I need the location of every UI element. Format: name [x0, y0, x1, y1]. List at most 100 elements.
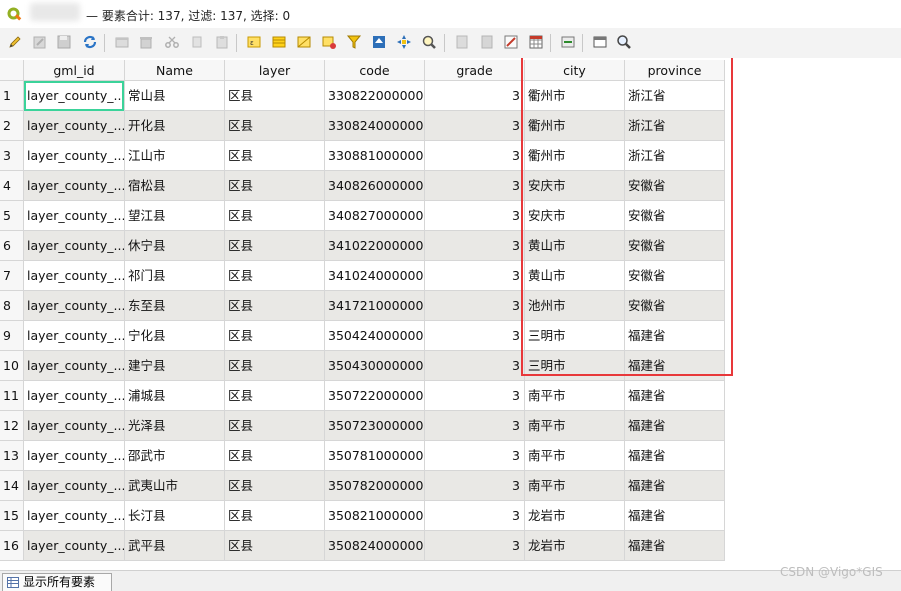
cell-city[interactable]: 南平市	[525, 441, 625, 471]
cell-layer[interactable]: 区县	[225, 141, 325, 171]
cell-gml-id[interactable]: layer_county_...	[24, 231, 125, 261]
delete-field-icon[interactable]	[479, 34, 495, 50]
row-number[interactable]: 15	[0, 501, 24, 531]
cell-province[interactable]: 福建省	[625, 501, 725, 531]
conditional-format-icon[interactable]	[528, 34, 544, 50]
cell-name[interactable]: 邵武市	[125, 441, 225, 471]
cell-name[interactable]: 江山市	[125, 141, 225, 171]
cell-province[interactable]: 福建省	[625, 531, 725, 561]
cell-grade[interactable]: 3	[425, 141, 525, 171]
cell-gml-id[interactable]: layer_county_...	[24, 321, 125, 351]
cut-icon[interactable]	[164, 34, 180, 50]
cell-code[interactable]: 341024000000	[325, 261, 425, 291]
copy-icon[interactable]	[189, 34, 205, 50]
cell-code[interactable]: 340827000000	[325, 201, 425, 231]
cell-gml-id[interactable]: layer_county_...	[24, 411, 125, 441]
cell-name[interactable]: 休宁县	[125, 231, 225, 261]
cell-name[interactable]: 祁门县	[125, 261, 225, 291]
cell-grade[interactable]: 3	[425, 291, 525, 321]
cell-code[interactable]: 350781000000	[325, 441, 425, 471]
cell-grade[interactable]: 3	[425, 471, 525, 501]
column-header-gml-id[interactable]: gml_id	[24, 60, 125, 81]
cell-code[interactable]: 330822000000	[325, 81, 425, 111]
row-number[interactable]: 7	[0, 261, 24, 291]
cell-code[interactable]: 341721000000	[325, 291, 425, 321]
add-feature-icon[interactable]	[114, 34, 130, 50]
cell-grade[interactable]: 3	[425, 501, 525, 531]
row-number[interactable]: 12	[0, 411, 24, 441]
delete-icon[interactable]	[138, 34, 154, 50]
table-row[interactable]: 14 layer_county_... 武夷山市 区县 350782000000 3 南平市…	[0, 471, 725, 501]
edit-multi-icon[interactable]	[32, 34, 48, 50]
cell-code[interactable]: 350722000000	[325, 381, 425, 411]
row-number[interactable]: 5	[0, 201, 24, 231]
invert-selection-icon[interactable]	[296, 34, 312, 50]
table-row[interactable]: 12 layer_county_... 光泽县 区县 350723000000 3 南平市福…	[0, 411, 725, 441]
cell-grade[interactable]: 3	[425, 381, 525, 411]
cell-layer[interactable]: 区县	[225, 81, 325, 111]
cell-gml-id[interactable]: layer_county_...	[24, 441, 125, 471]
cell-grade[interactable]: 3	[425, 411, 525, 441]
cell-code[interactable]: 350424000000	[325, 321, 425, 351]
row-number[interactable]: 3	[0, 141, 24, 171]
select-expression-icon[interactable]: ε	[246, 34, 262, 50]
cell-layer[interactable]: 区县	[225, 321, 325, 351]
cell-grade[interactable]: 3	[425, 531, 525, 561]
cell-code[interactable]: 330824000000	[325, 111, 425, 141]
cell-gml-id[interactable]: layer_county_...	[24, 501, 125, 531]
cell-name[interactable]: 武夷山市	[125, 471, 225, 501]
table-row[interactable]: 16 layer_county_... 武平县 区县 350824000000 3 龙岩市福…	[0, 531, 725, 561]
cell-layer[interactable]: 区县	[225, 501, 325, 531]
cell-province[interactable]: 福建省	[625, 381, 725, 411]
cell-name[interactable]: 宿松县	[125, 171, 225, 201]
cell-gml-id[interactable]: layer_county_...	[24, 381, 125, 411]
cell-name[interactable]: 东至县	[125, 291, 225, 321]
cell-name[interactable]: 开化县	[125, 111, 225, 141]
cell-name[interactable]: 光泽县	[125, 411, 225, 441]
cell-layer[interactable]: 区县	[225, 171, 325, 201]
row-number[interactable]: 14	[0, 471, 24, 501]
zoom-icon[interactable]	[616, 34, 632, 50]
cell-layer[interactable]: 区县	[225, 111, 325, 141]
paste-icon[interactable]	[214, 34, 230, 50]
cell-code[interactable]: 341022000000	[325, 231, 425, 261]
row-number[interactable]: 8	[0, 291, 24, 321]
cell-city[interactable]: 南平市	[525, 471, 625, 501]
filter-icon[interactable]	[346, 34, 362, 50]
cell-name[interactable]: 望江县	[125, 201, 225, 231]
cell-gml-id[interactable]: layer_county_...	[24, 351, 125, 381]
cell-gml-id[interactable]: layer_county_...	[24, 471, 125, 501]
zoom-to-selected-icon[interactable]	[421, 34, 437, 50]
select-all-icon[interactable]	[271, 34, 287, 50]
row-number[interactable]: 16	[0, 531, 24, 561]
cell-grade[interactable]: 3	[425, 81, 525, 111]
move-to-top-icon[interactable]	[371, 34, 387, 50]
cell-name[interactable]: 常山县	[125, 81, 225, 111]
cell-grade[interactable]: 3	[425, 171, 525, 201]
cell-grade[interactable]: 3	[425, 441, 525, 471]
cell-city[interactable]: 龙岩市	[525, 501, 625, 531]
cell-code[interactable]: 350821000000	[325, 501, 425, 531]
cell-code[interactable]: 350824000000	[325, 531, 425, 561]
cell-city[interactable]: 南平市	[525, 411, 625, 441]
cell-city[interactable]: 龙岩市	[525, 531, 625, 561]
field-calculator-icon[interactable]	[503, 34, 519, 50]
cell-name[interactable]: 长汀县	[125, 501, 225, 531]
cell-layer[interactable]: 区县	[225, 231, 325, 261]
deselect-icon[interactable]	[321, 34, 337, 50]
row-number[interactable]: 1	[0, 81, 24, 111]
cell-layer[interactable]: 区县	[225, 351, 325, 381]
cell-grade[interactable]: 3	[425, 261, 525, 291]
column-header-name[interactable]: Name	[125, 60, 225, 81]
cell-name[interactable]: 武平县	[125, 531, 225, 561]
cell-grade[interactable]: 3	[425, 111, 525, 141]
new-field-icon[interactable]	[454, 34, 470, 50]
table-row[interactable]: 13 layer_county_... 邵武市 区县 350781000000 3 南平市福…	[0, 441, 725, 471]
cell-gml-id[interactable]: layer_county_...	[24, 141, 125, 171]
cell-province[interactable]: 福建省	[625, 411, 725, 441]
save-icon[interactable]	[56, 34, 72, 50]
cell-gml-id[interactable]: layer_county_...	[24, 171, 125, 201]
column-header-layer[interactable]: layer	[225, 60, 325, 81]
cell-name[interactable]: 宁化县	[125, 321, 225, 351]
cell-code[interactable]: 340826000000	[325, 171, 425, 201]
